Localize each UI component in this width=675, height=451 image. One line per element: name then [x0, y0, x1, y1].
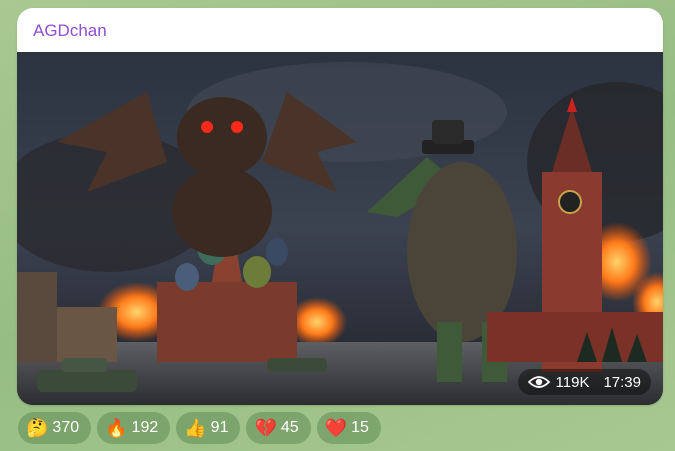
view-count: 119K	[555, 373, 590, 391]
reaction-red-heart[interactable]: ❤️ 15	[316, 412, 381, 444]
reaction-count: 192	[131, 419, 159, 436]
thumbs-up-icon: 👍	[184, 418, 207, 438]
reaction-thumbs-up[interactable]: 👍 91	[176, 412, 241, 444]
thinking-face-icon: 🤔	[26, 418, 49, 438]
broken-heart-icon: 💔	[254, 418, 277, 438]
reaction-fire[interactable]: 🔥 192	[97, 412, 171, 444]
reaction-count: 370	[52, 419, 80, 436]
reaction-count: 91	[210, 419, 229, 436]
reaction-count: 45	[280, 419, 299, 436]
eye-icon	[527, 376, 550, 388]
reaction-thinking[interactable]: 🤔 370	[18, 412, 92, 444]
channel-name[interactable]: AGDchan	[33, 21, 107, 41]
red-heart-icon: ❤️	[324, 418, 348, 438]
reactions-bar: 🤔 370 🔥 192 👍 91 💔 45 ❤️ 15	[18, 412, 381, 444]
reaction-broken-heart[interactable]: 💔 45	[246, 412, 311, 444]
post-illustration	[17, 52, 663, 405]
post-image[interactable]: 119K 17:39	[17, 52, 663, 405]
channel-post[interactable]: AGDchan 119K 17:39	[17, 8, 663, 405]
fire-icon: 🔥	[105, 418, 128, 438]
reaction-count: 15	[351, 419, 369, 436]
post-meta: 119K 17:39	[517, 369, 651, 395]
post-time: 17:39	[603, 373, 641, 391]
